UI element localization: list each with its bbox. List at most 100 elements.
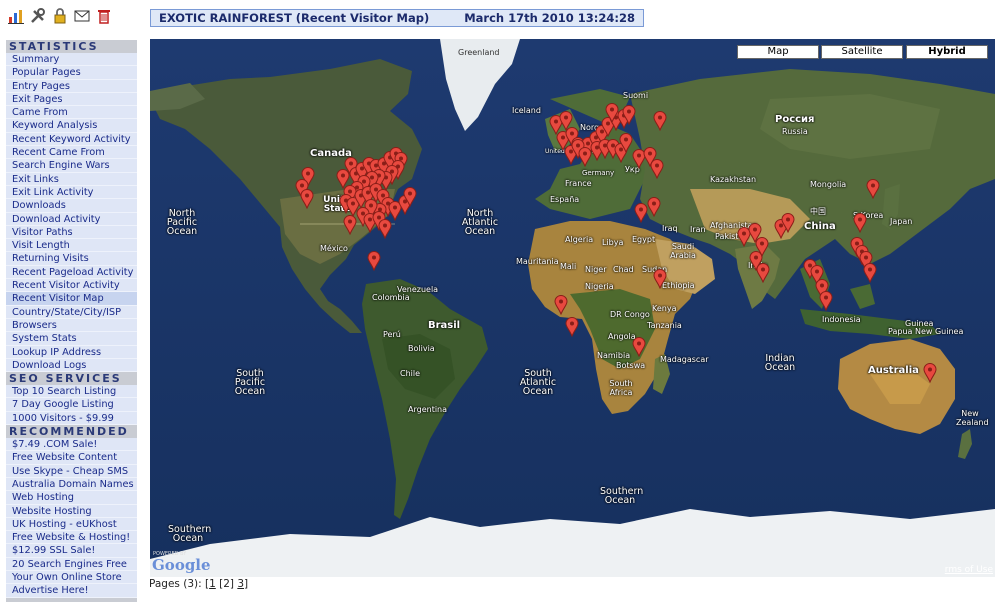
sidebar-link[interactable]: Advertise Here! xyxy=(6,584,137,598)
map-type-satellite-button[interactable]: Satellite xyxy=(821,45,903,59)
sidebar-link[interactable]: Website Hosting xyxy=(6,504,137,518)
map-marker-icon[interactable] xyxy=(554,295,568,315)
sidebar-link[interactable]: Summary xyxy=(6,53,137,67)
sidebar-link[interactable]: Lookup IP Address xyxy=(6,345,137,359)
label-brasil: Brasil xyxy=(428,320,461,331)
label-southern-ocean-left: Southern Ocean xyxy=(168,524,212,544)
label-mauritania: Mauritania xyxy=(516,257,559,266)
sidebar-link[interactable]: Exit Pages xyxy=(6,92,137,107)
sidebar-link[interactable]: Free Website Content xyxy=(6,451,137,465)
sidebar-link[interactable]: Download Logs xyxy=(6,358,137,373)
label-australia: Australia xyxy=(868,365,919,376)
label-north-pacific: North Pacific Ocean xyxy=(166,208,198,237)
sidebar-link[interactable]: Exit Links xyxy=(6,172,137,186)
sidebar-link[interactable]: Came From xyxy=(6,106,137,120)
map-marker-icon[interactable] xyxy=(605,103,619,123)
map-marker-icon[interactable] xyxy=(403,187,417,207)
sidebar-link[interactable]: Use Skype - Cheap SMS xyxy=(6,464,137,478)
map-marker-icon[interactable] xyxy=(632,337,646,357)
sidebar-link[interactable]: 7 Day Google Listing xyxy=(6,398,137,412)
label-south-africa: South Africa xyxy=(609,379,633,397)
sidebar-link[interactable]: 20 Search Engines Free xyxy=(6,557,137,571)
sidebar-link[interactable]: Your Own Online Store xyxy=(6,570,137,585)
label-greenland: Greenland xyxy=(458,48,500,57)
sidebar-link[interactable]: Recent Visitor Activity xyxy=(6,279,137,293)
map-marker-icon[interactable] xyxy=(863,263,877,283)
map-marker-icon[interactable] xyxy=(853,213,867,233)
sidebar-link[interactable]: Keyword Analysis xyxy=(6,119,137,133)
map-type-map-button[interactable]: Map xyxy=(737,45,819,59)
label-colombia: Colombia xyxy=(372,293,410,302)
map-marker-icon[interactable] xyxy=(866,179,880,199)
sidebar-link[interactable]: Browsers xyxy=(6,318,137,333)
sidebar-link[interactable]: Recent Came From xyxy=(6,146,137,160)
label-algeria: Algeria xyxy=(565,235,594,244)
map-marker-icon[interactable] xyxy=(647,197,661,217)
map-marker-icon[interactable] xyxy=(634,203,648,223)
bar-chart-icon[interactable] xyxy=(8,8,24,24)
sidebar-link[interactable]: Recent Keyword Activity xyxy=(6,132,137,147)
sidebar-link[interactable]: Entry Pages xyxy=(6,79,137,93)
label-chad: Chad xyxy=(613,265,634,274)
sidebar: STATISTICS Summary Popular Pages Entry Pag… xyxy=(6,40,137,602)
map-marker-icon[interactable] xyxy=(653,269,667,289)
label-chile: Chile xyxy=(400,369,421,378)
map-marker-icon[interactable] xyxy=(300,189,314,209)
trash-icon[interactable] xyxy=(96,8,112,24)
sidebar-link[interactable]: Download Activity xyxy=(6,212,137,226)
label-libya: Libya xyxy=(602,238,624,247)
sidebar-link[interactable]: Recent Pageload Activity xyxy=(6,265,137,280)
label-japan: Japan xyxy=(890,217,913,226)
sidebar-link[interactable]: UK Hosting - eUKhost xyxy=(6,517,137,532)
label-namibia: Namibia xyxy=(597,351,631,360)
terms-of-use-link[interactable]: rms of Use xyxy=(945,565,993,575)
page-1-link[interactable]: 1 xyxy=(209,578,216,590)
lock-icon[interactable] xyxy=(52,8,68,24)
pagination-close: ] xyxy=(244,578,249,590)
map-marker-icon[interactable] xyxy=(565,317,579,337)
label-indian-ocean: Indian Ocean xyxy=(764,353,796,373)
sidebar-link[interactable]: Downloads xyxy=(6,199,137,213)
map-marker-icon[interactable] xyxy=(756,263,770,283)
tools-icon[interactable] xyxy=(30,8,46,24)
map-marker-icon[interactable] xyxy=(781,213,795,233)
google-logo[interactable]: Google xyxy=(152,556,211,574)
sidebar-link[interactable]: Web Hosting xyxy=(6,491,137,505)
label-indonesia: Indonesia xyxy=(822,315,861,324)
sidebar-link[interactable]: $12.99 SSL Sale! xyxy=(6,544,137,558)
sidebar-link[interactable]: Australia Domain Names xyxy=(6,477,137,492)
label-espana: España xyxy=(550,195,580,204)
sidebar-link[interactable]: Returning Visits xyxy=(6,252,137,266)
page-title: EXOTIC RAINFOREST (Recent Visitor Map) xyxy=(159,11,430,25)
sidebar-link[interactable]: Country/State/City/ISP xyxy=(6,305,137,319)
pagination-label: Pages (3): xyxy=(149,578,202,590)
map-marker-icon[interactable] xyxy=(923,363,937,383)
map-marker-icon[interactable] xyxy=(367,251,381,271)
sidebar-link[interactable]: $7.49 .COM Sale! xyxy=(6,438,137,452)
map-marker-icon[interactable] xyxy=(653,111,667,131)
map-marker-icon[interactable] xyxy=(343,215,357,235)
map-marker-icon[interactable] xyxy=(650,159,664,179)
label-egypt: Egypt xyxy=(632,235,656,244)
sidebar-link[interactable]: Visit Length xyxy=(6,239,137,253)
label-botswana: Botswa xyxy=(616,361,646,370)
envelope-icon[interactable] xyxy=(74,8,90,24)
map-type-hybrid-button[interactable]: Hybrid xyxy=(906,45,988,59)
sidebar-link[interactable]: Top 10 Search Listing xyxy=(6,385,137,399)
sidebar-link[interactable]: Popular Pages xyxy=(6,66,137,80)
sidebar-link[interactable]: 1000 Visitors - $9.99 xyxy=(6,411,137,426)
recommended-menu: $7.49 .COM Sale! Free Website Content Use … xyxy=(6,438,137,598)
map-marker-icon[interactable] xyxy=(619,133,633,153)
sidebar-link[interactable]: Visitor Paths xyxy=(6,225,137,240)
map-marker-icon[interactable] xyxy=(378,219,392,239)
sidebar-link[interactable]: Free Website & Hosting! xyxy=(6,531,137,545)
map-marker-icon[interactable] xyxy=(819,291,833,311)
section-title-seo: SEO SERVICES xyxy=(6,372,137,386)
visitor-map[interactable]: Map Satellite Hybrid Greenland Iceland C… xyxy=(150,39,995,577)
map-marker-icon[interactable] xyxy=(622,105,636,125)
page-2-current: [2] xyxy=(219,578,234,590)
sidebar-link[interactable]: Recent Visitor Map xyxy=(6,292,137,306)
sidebar-link[interactable]: Exit Link Activity xyxy=(6,185,137,200)
sidebar-link[interactable]: System Stats xyxy=(6,332,137,346)
sidebar-link[interactable]: Search Engine Wars xyxy=(6,159,137,173)
